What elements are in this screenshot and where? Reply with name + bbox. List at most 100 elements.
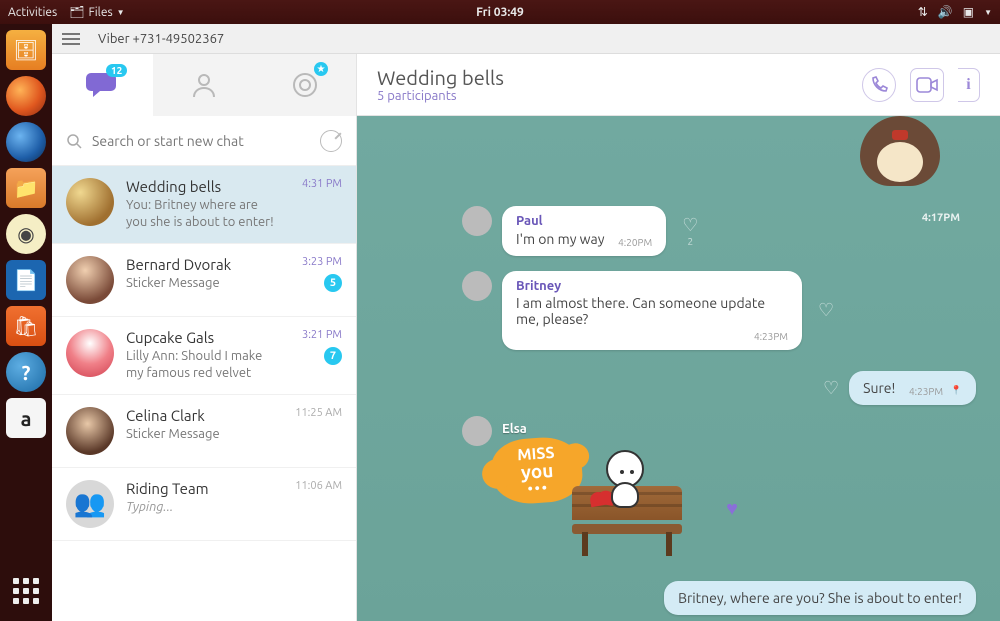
dock-icon-help[interactable]: ? — [6, 352, 46, 392]
like-button[interactable]: ♡ — [818, 300, 834, 321]
message-sender: Britney — [516, 279, 788, 293]
messages-area[interactable]: 4:17PM Paul I'm on my way 4:20PM ♡2 — [357, 116, 1000, 621]
message-time: 4:23PM — [909, 386, 943, 397]
video-icon — [916, 77, 938, 93]
dock-show-applications[interactable] — [6, 571, 46, 611]
clock[interactable]: Fri 03:49 — [476, 6, 524, 19]
chat-item-riding-team[interactable]: 👥 Riding Team Typing... 11:06 AM — [52, 468, 356, 541]
dock-icon-nautilus[interactable]: 🗄 — [6, 30, 46, 70]
volume-icon[interactable]: 🔊 — [938, 5, 953, 19]
chevron-down-icon: ▼ — [117, 8, 125, 17]
sticker-text-line2: you — [520, 461, 554, 482]
compose-button[interactable] — [320, 130, 342, 152]
message-bubble[interactable]: Britney, where are you? She is about to … — [664, 581, 976, 615]
chat-item-title: Cupcake Gals — [126, 329, 280, 346]
dock-icon-files[interactable]: 📁 — [6, 168, 46, 208]
chat-item-bernard[interactable]: Bernard Dvorak Sticker Message 3:23 PM 5 — [52, 244, 356, 317]
message-bubble[interactable]: Sure! 4:23PM 📍 — [849, 371, 976, 405]
chat-item-celina[interactable]: Celina Clark Sticker Message 11:25 AM — [52, 395, 356, 468]
message-outgoing-where: Britney, where are you? She is about to … — [664, 581, 976, 615]
chat-item-preview: Typing... — [126, 499, 280, 516]
chat-item-title: Riding Team — [126, 480, 280, 497]
chat-item-title: Bernard Dvorak — [126, 256, 280, 273]
network-icon[interactable]: ⇅ — [918, 5, 928, 19]
ubuntu-top-bar: Activities 🗂 Files ▼ Fri 03:49 ⇅ 🔊 ▣ ▼ — [0, 0, 1000, 24]
video-call-button[interactable] — [910, 68, 944, 102]
avatar[interactable] — [462, 206, 492, 236]
viber-titlebar: Viber +731-49502367 — [52, 24, 1000, 54]
message-time: 4:17PM — [922, 212, 960, 224]
location-pin-icon: 📍 — [951, 385, 962, 395]
avatar — [66, 329, 114, 377]
message-bubble[interactable]: Paul I'm on my way 4:20PM — [502, 206, 666, 256]
message-body: I'm on my way — [516, 231, 604, 247]
message-sender: Paul — [516, 214, 652, 228]
chat-item-title: Wedding bells — [126, 178, 280, 195]
system-menu-chevron-icon[interactable]: ▼ — [984, 8, 992, 17]
chat-item-preview: Lilly Ann: Should I make my famous red v… — [126, 348, 280, 382]
message-body: Britney, where are you? She is about to … — [678, 590, 962, 606]
contacts-icon — [190, 71, 218, 99]
ubuntu-dock: 🗄 📁 ◉ 📄 🛍 ? a — [0, 24, 52, 621]
avatar[interactable] — [462, 271, 492, 301]
message-bubble[interactable]: Britney I am almost there. Can someone u… — [502, 271, 802, 350]
sticker-bear: 4:17PM — [840, 116, 960, 206]
message-time: 4:20PM — [618, 237, 652, 248]
tab-contacts[interactable] — [153, 54, 254, 116]
avatar — [66, 178, 114, 226]
activities-button[interactable]: Activities — [8, 6, 57, 19]
avatar — [66, 407, 114, 455]
dock-icon-firefox[interactable] — [6, 76, 46, 116]
like-button[interactable]: ♥ — [726, 496, 738, 521]
conversation-subtitle[interactable]: 5 participants — [377, 89, 862, 103]
sticker-miss-you[interactable]: MISS you ••• ♥ 4:26PM — [492, 426, 712, 606]
chat-item-time: 11:25 AM — [295, 407, 342, 419]
message-paul: Paul I'm on my way 4:20PM ♡2 — [462, 206, 698, 256]
avatar — [66, 256, 114, 304]
battery-icon[interactable]: ▣ — [963, 5, 974, 19]
tab-public[interactable]: ★ — [255, 54, 356, 116]
message-time: 4:23PM — [516, 331, 788, 342]
chat-item-time: 4:31 PM — [302, 178, 342, 190]
message-outgoing-sure: ♡ Sure! 4:23PM 📍 — [817, 371, 976, 405]
dock-icon-ubuntu-software[interactable]: 🛍 — [6, 306, 46, 346]
info-button[interactable]: i — [958, 68, 980, 102]
chat-item-preview: You: Britney where are you she is about … — [126, 197, 280, 231]
chat-item-time: 3:23 PM — [302, 256, 342, 268]
avatar[interactable] — [462, 416, 492, 446]
dock-icon-rhythmbox[interactable]: ◉ — [6, 214, 46, 254]
conversation-header: Wedding bells 5 participants i — [357, 54, 1000, 116]
dock-icon-amazon[interactable]: a — [6, 398, 46, 438]
chat-item-preview: Sticker Message — [126, 426, 280, 443]
phone-icon — [869, 75, 889, 95]
unread-badge: 7 — [324, 347, 342, 365]
hamburger-menu-icon[interactable] — [62, 33, 80, 45]
files-menu[interactable]: 🗂 Files ▼ — [69, 5, 124, 19]
chats-unread-badge: 12 — [106, 64, 127, 77]
public-star-badge: ★ — [314, 62, 328, 76]
search-input[interactable] — [92, 133, 310, 149]
unread-badge: 5 — [324, 274, 342, 292]
chat-item-preview: Sticker Message — [126, 275, 280, 292]
dock-icon-thunderbird[interactable] — [6, 122, 46, 162]
sidebar: 12 ★ Wedding bells — [52, 54, 357, 621]
viber-window: Viber +731-49502367 12 ★ — [52, 24, 1000, 621]
chat-item-cupcake-gals[interactable]: Cupcake Gals Lilly Ann: Should I make my… — [52, 317, 356, 395]
like-button[interactable]: ♡ — [823, 378, 839, 399]
chat-item-time: 3:21 PM — [302, 329, 342, 341]
chat-item-wedding-bells[interactable]: Wedding bells You: Britney where are you… — [52, 166, 356, 244]
voice-call-button[interactable] — [862, 68, 896, 102]
message-body: Sure! — [863, 380, 895, 396]
tab-chats[interactable]: 12 — [52, 54, 153, 116]
like-button[interactable]: ♡2 — [682, 215, 698, 247]
window-title: Viber +731-49502367 — [98, 32, 224, 46]
files-menu-label: Files — [88, 6, 112, 19]
dock-icon-libreoffice-writer[interactable]: 📄 — [6, 260, 46, 300]
conversation-pane: Wedding bells 5 participants i 4:17PM — [357, 54, 1000, 621]
chat-item-title: Celina Clark — [126, 407, 280, 424]
conversation-title: Wedding bells — [377, 66, 862, 89]
message-body: I am almost there. Can someone update me… — [516, 295, 788, 327]
chat-item-time: 11:06 AM — [295, 480, 342, 492]
chat-list[interactable]: Wedding bells You: Britney where are you… — [52, 166, 356, 621]
message-britney: Britney I am almost there. Can someone u… — [462, 271, 834, 350]
